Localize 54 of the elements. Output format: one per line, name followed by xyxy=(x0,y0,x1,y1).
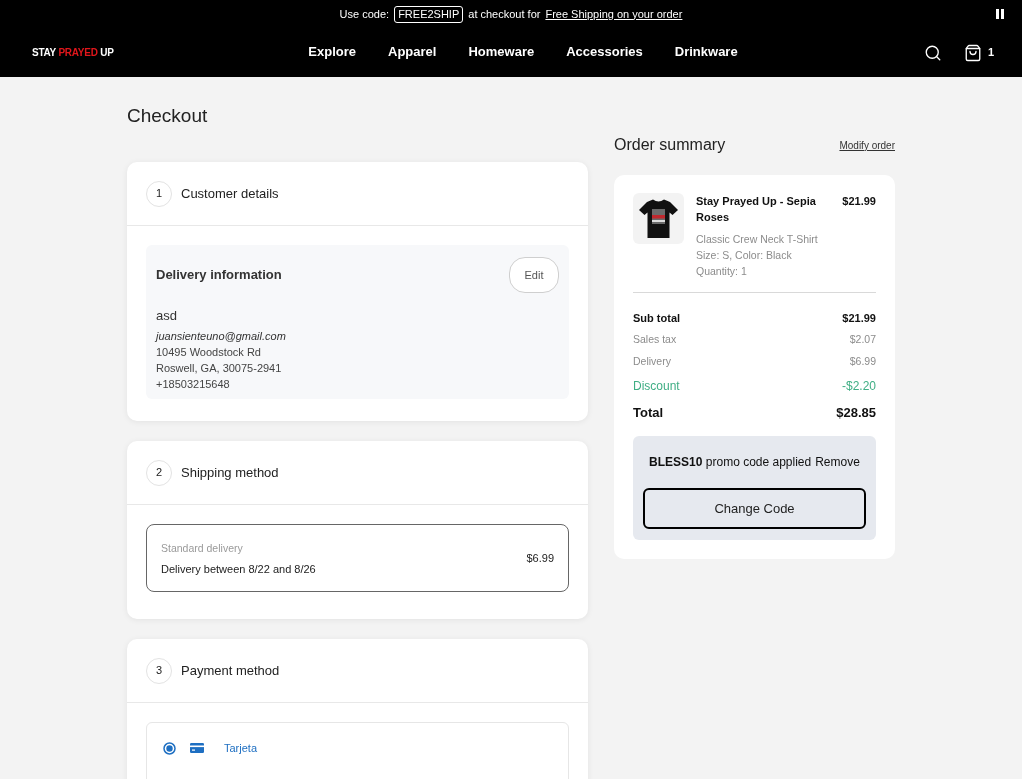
section-title: Payment method xyxy=(181,661,280,680)
pause-icon[interactable] xyxy=(996,9,1004,19)
total-label: Sales tax xyxy=(633,332,677,348)
search-icon[interactable] xyxy=(923,43,942,62)
change-code-button[interactable]: Change Code xyxy=(643,488,866,529)
nav-link[interactable]: Explore xyxy=(308,41,356,62)
product-name: Stay Prayed Up - Sepia Roses xyxy=(696,194,817,225)
shopping-bag-icon[interactable] xyxy=(963,43,982,62)
address-line: 10495 Woodstock Rd xyxy=(156,345,262,360)
total-value: $6.99 xyxy=(849,354,876,370)
page-title: Checkout xyxy=(127,104,209,128)
remove-link[interactable]: Remove xyxy=(815,453,860,471)
total-value: $21.99 xyxy=(842,310,876,326)
section-title: Shipping method xyxy=(181,463,279,482)
product-detail: Classic Crew Neck T-Shirt xyxy=(696,232,819,247)
payment-option[interactable]: Tarjeta xyxy=(146,722,569,779)
product-detail: Quantity: 1 xyxy=(696,264,748,279)
address-line: +18503215648 xyxy=(156,377,231,392)
tshirt-image xyxy=(633,193,684,244)
total-label: Delivery xyxy=(633,354,671,370)
total-label: Discount xyxy=(633,378,680,395)
nav-link[interactable]: Homeware xyxy=(468,41,535,62)
nav-link[interactable]: Accessories xyxy=(566,41,643,62)
customer-name: asd xyxy=(156,307,178,325)
total-value: $2.07 xyxy=(849,332,876,348)
summary-title: Order summary xyxy=(614,135,726,155)
radio-button[interactable] xyxy=(163,741,176,755)
customer-email: juansienteuno@gmail.com xyxy=(156,329,287,344)
total-value: -$2.20 xyxy=(841,378,876,395)
nav-link[interactable]: Apparel xyxy=(388,41,437,62)
free-shipping-link[interactable]: Free Shipping on your order xyxy=(545,5,683,23)
shipping-price: $6.99 xyxy=(526,550,554,566)
promo-message: BLESS10 promo code applied xyxy=(649,454,812,471)
payment-label[interactable]: Tarjeta xyxy=(224,739,258,757)
product-detail: Size: S, Color: Black xyxy=(696,248,793,263)
total-value: $28.85 xyxy=(836,404,876,423)
modify-order-link[interactable]: Modify order xyxy=(839,137,895,153)
total-label: Sub total xyxy=(633,310,681,326)
delivery-dates: Delivery between 8/22 and 8/26 xyxy=(161,561,316,576)
total-label: Total xyxy=(633,404,664,423)
brand-logo[interactable]: STAY PRAYED UP xyxy=(32,45,132,60)
cart-count: 1 xyxy=(987,45,994,61)
code-badge: FREE2SHIP xyxy=(394,5,464,23)
delivery-heading: Delivery information xyxy=(156,266,282,285)
announcement-text: Use code: xyxy=(339,6,390,22)
product-price: $21.99 xyxy=(842,194,876,209)
shipping-option[interactable]: Standard delivery Delivery between 8/22 and 8/26 $6.99 xyxy=(146,524,569,592)
shipping-name: Standard delivery xyxy=(161,540,244,555)
address-line: Roswell, GA, 30075-2941 xyxy=(156,361,283,376)
section-title: Customer details xyxy=(181,184,279,203)
edit-button[interactable]: Edit xyxy=(509,257,559,293)
credit-card-icon xyxy=(190,743,204,753)
announcement-text: at checkout for xyxy=(468,6,541,22)
nav-link[interactable]: Drinkware xyxy=(674,41,738,62)
